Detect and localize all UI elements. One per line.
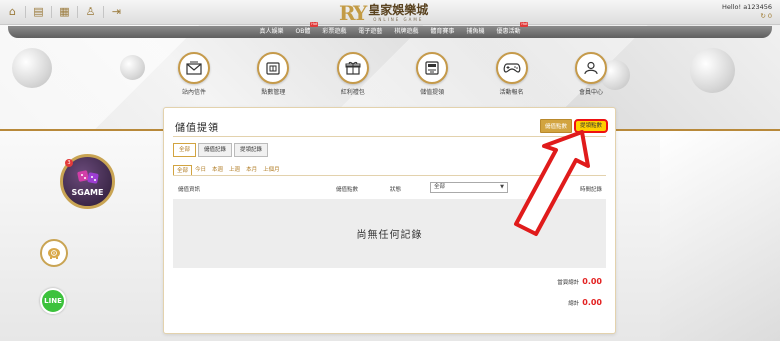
user-info: Hello! a123456 ↻ 0 [722,3,772,21]
menu-item-lottery[interactable]: 彩票遊戲 [316,26,352,38]
home-icon[interactable]: ⌂ [6,6,19,18]
member-icon [574,52,607,84]
wallet-icon [257,52,290,84]
logo-title: 皇家娛樂城 [368,2,429,17]
page-total-label: 當頁總計 [557,280,580,286]
status-filter-value: 全部 [434,184,446,190]
logout-icon[interactable]: ⇥ [110,6,123,18]
range-all[interactable]: 全部 [173,165,193,175]
status-filter-select[interactable]: 全部 ▼ [430,182,508,193]
menu-item-fishing[interactable]: 捕魚機 [460,26,490,38]
column-header-points: 儲值點數 [336,187,359,193]
line-button[interactable]: LINE [40,288,66,314]
site-logo[interactable]: RY 皇家娛樂城 ONLINE GAME [339,1,428,25]
range-today[interactable]: 今日 [192,165,209,175]
menu-item-live[interactable]: 真人娛樂 [254,26,290,38]
quick-link-events[interactable]: 活動報名 [488,52,536,96]
logo-mark: RY [339,1,367,25]
tab-withdraw-records[interactable]: 提領記錄 [234,143,269,157]
quick-link-member[interactable]: 會員中心 [567,52,615,96]
user-icon[interactable]: ♙ [84,6,97,18]
range-this-month[interactable]: 本月 [243,165,260,175]
total-value: 0.00 [582,298,602,307]
logo-subtitle: ONLINE GAME [373,16,424,22]
page-title: 儲值提領 [175,123,219,134]
total-label: 總計 [568,301,580,307]
tab-deposit-records[interactable]: 儲值記錄 [198,143,233,157]
top-icon-group: ⌂ ▤ ▦ ♙ ⇥ [6,6,123,18]
range-last-month[interactable]: 上個月 [260,165,283,175]
quick-link-mail[interactable]: 站內信件 [170,52,218,96]
column-header-status: 狀態 [390,187,402,193]
gift-box-icon [336,52,369,84]
column-header-info: 儲值資訊 [178,187,201,193]
notice-icon[interactable]: ▤ [32,6,45,18]
record-tabs: 全部 儲值記錄 提領記錄 [173,143,269,157]
menu-item-card-games[interactable]: 棋牌遊戲 [388,26,424,38]
chevron-down-icon: ▼ [500,184,504,190]
top-bar: ⌂ ▤ ▦ ♙ ⇥ RY 皇家娛樂城 ONLINE GAME Hello! a1… [0,0,780,25]
menu-item-promotions[interactable]: 優惠活動 Hot [490,22,529,38]
menu-item-sports[interactable]: 體育賽事 [424,26,460,38]
menu-item-slots[interactable]: 電子遊藝 [352,26,388,38]
quick-link-deposit[interactable]: 儲值提領 [408,52,456,96]
atm-icon [416,52,449,84]
piggy-bank-icon [48,248,60,259]
refresh-icon: ↻ [760,12,766,20]
sgame-widget[interactable]: 3 SGAME [60,154,115,209]
page-total-value: 0.00 [582,277,602,286]
tab-all[interactable]: 全部 [173,143,197,157]
quick-links: 站內信件 點數管理 紅利禮包 儲值提領 活動報名 會員中心 [170,52,615,96]
range-this-week[interactable]: 本週 [209,165,226,175]
balance-value: 0 [767,12,772,20]
notification-badge: 3 [65,159,73,167]
gift-icon[interactable]: ▦ [58,6,71,18]
mail-icon [178,52,210,84]
piggy-bank-button[interactable] [40,239,68,267]
hot-badge: Hot [520,22,529,27]
grand-total: 總計 0.00 [568,298,602,307]
line-label: LINE [44,297,62,305]
greeting: Hello! a123456 [722,3,772,11]
gamepad-icon [495,52,528,84]
sgame-label: SGAME [71,188,104,197]
quick-link-bonus[interactable]: 紅利禮包 [329,52,377,96]
main-menu: 真人娛樂 OB體 Hot 彩票遊戲 電子遊藝 棋牌遊戲 體育賽事 捕魚機 優惠活動… [8,22,772,38]
range-last-week[interactable]: 上週 [226,165,243,175]
dice-icon [77,170,99,184]
annotation-arrow-icon [514,130,590,236]
quick-link-points[interactable]: 點數管理 [249,52,297,96]
balance-display[interactable]: ↻ 0 [722,12,772,21]
page-total: 當頁總計 0.00 [557,277,602,286]
menu-item-ob-sports[interactable]: OB體 Hot [290,22,319,38]
